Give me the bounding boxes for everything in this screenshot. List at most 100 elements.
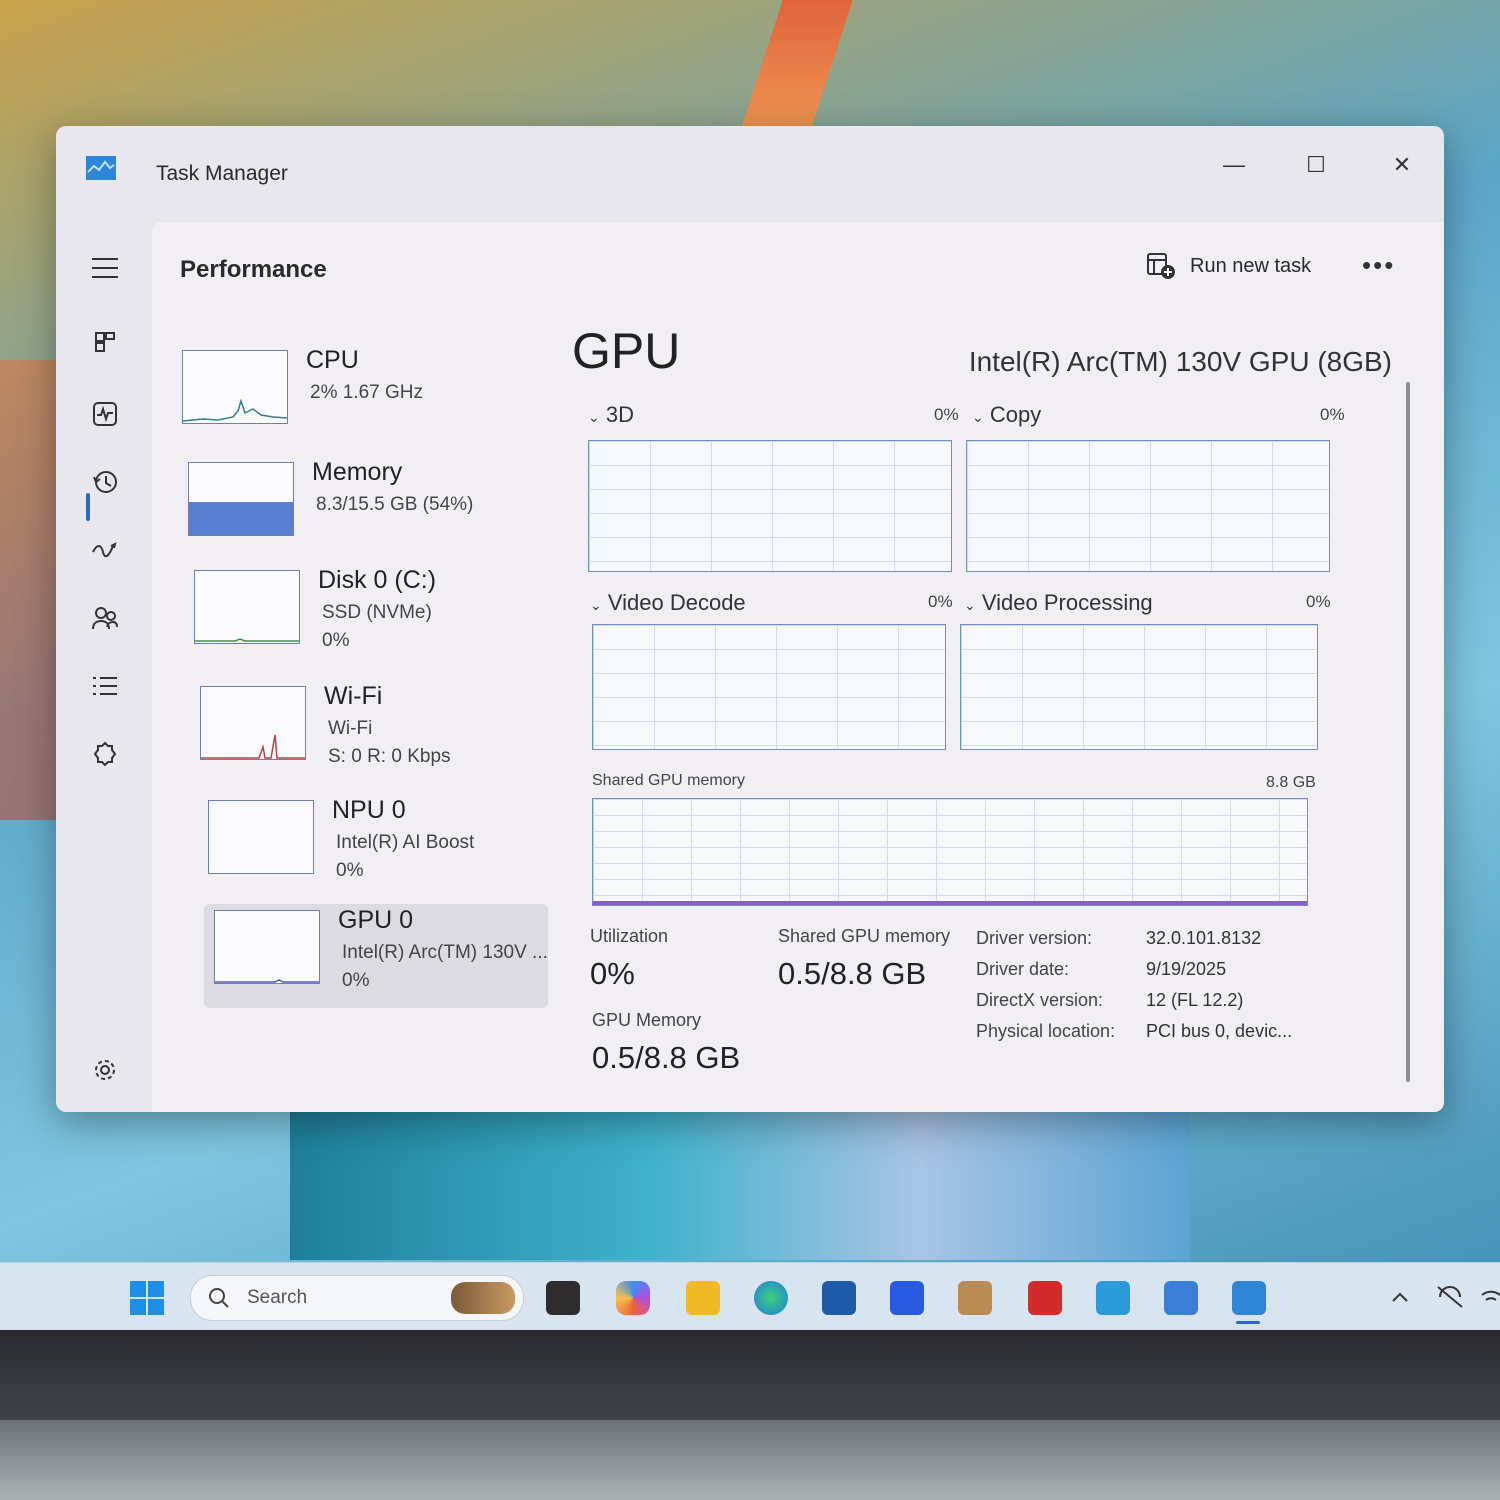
file-explorer-icon[interactable] bbox=[686, 1281, 720, 1315]
nav-processes[interactable] bbox=[82, 322, 128, 362]
device-detail: Intel(R) Arc(TM) 130V ... bbox=[342, 942, 548, 963]
app-package-icon[interactable] bbox=[958, 1281, 992, 1315]
wifi-icon[interactable] bbox=[1480, 1285, 1500, 1309]
mcafee-icon[interactable] bbox=[1028, 1281, 1062, 1315]
gpu-thumbnail-graph bbox=[214, 910, 320, 984]
utilization-label: Utilization bbox=[590, 926, 669, 946]
device-item-memory[interactable]: Memory 8.3/15.5 GB (54%) bbox=[188, 456, 548, 560]
performance-content: Performance Run new task ••• CPU 2% 1.67… bbox=[152, 222, 1444, 1112]
engine-selector-video-decode[interactable]: ⌄ Video Decode bbox=[590, 590, 746, 616]
device-item-wifi[interactable]: Wi-Fi Wi-Fi S: 0 R: 0 Kbps bbox=[200, 680, 560, 784]
task-view-icon[interactable] bbox=[546, 1281, 580, 1315]
details-list-icon bbox=[93, 677, 117, 695]
nav-settings[interactable] bbox=[82, 1050, 128, 1090]
disk-thumbnail-graph bbox=[194, 570, 300, 644]
shared-memory-label: Shared GPU memory bbox=[778, 926, 951, 946]
window-title: Task Manager bbox=[156, 162, 288, 185]
engine-selector-3d[interactable]: ⌄ 3D bbox=[588, 402, 634, 428]
graph-3d bbox=[588, 440, 952, 572]
run-new-task-button[interactable]: Run new task bbox=[1146, 252, 1311, 280]
wallpaper-lower bbox=[290, 1110, 1190, 1260]
device-detail: 2% 1.67 GHz bbox=[310, 382, 423, 403]
device-detail: Wi-Fi bbox=[328, 718, 373, 739]
npu-thumbnail-graph bbox=[208, 800, 314, 874]
vertical-scrollbar[interactable] bbox=[1406, 382, 1410, 1082]
nav-performance[interactable] bbox=[82, 394, 128, 434]
nav-services[interactable] bbox=[82, 734, 128, 774]
task-manager-window: Task Manager — ☐ ✕ Performance Run new t… bbox=[56, 126, 1444, 1112]
hamburger-menu-button[interactable] bbox=[82, 248, 128, 288]
close-button[interactable]: ✕ bbox=[1372, 140, 1432, 190]
engine-label: Copy bbox=[989, 402, 1042, 427]
taskbar: Search bbox=[0, 1262, 1500, 1331]
engine-label: Video Processing bbox=[981, 590, 1153, 615]
engine-percent: 0% bbox=[1306, 592, 1331, 611]
chevron-down-icon: ⌄ bbox=[964, 597, 976, 613]
shared-memory-graph-label: Shared GPU memory bbox=[592, 772, 745, 789]
driver-date-label: Driver date: bbox=[976, 959, 1070, 979]
device-name: CPU bbox=[306, 346, 359, 374]
history-icon bbox=[93, 471, 117, 493]
device-detail: Intel(R) AI Boost bbox=[336, 832, 475, 853]
maximize-button[interactable]: ☐ bbox=[1286, 140, 1346, 190]
performance-icon bbox=[93, 402, 117, 426]
gpu-model-name: Intel(R) Arc(TM) 130V GPU (8GB) bbox=[968, 346, 1392, 377]
search-highlight-icon bbox=[451, 1282, 515, 1314]
laptop-base bbox=[0, 1420, 1500, 1500]
graph-copy bbox=[966, 440, 1330, 572]
device-usage: 0% bbox=[336, 860, 364, 881]
wallpaper-streak bbox=[737, 0, 853, 140]
nav-startup-apps[interactable] bbox=[82, 530, 128, 570]
run-task-label: Run new task bbox=[1190, 254, 1312, 277]
shared-memory-fill bbox=[593, 901, 1307, 905]
search-icon bbox=[209, 1288, 229, 1308]
navigation-rail bbox=[56, 218, 152, 1112]
windows-logo-icon bbox=[130, 1299, 146, 1315]
close-icon: ✕ bbox=[1392, 152, 1412, 177]
more-options-button[interactable]: ••• bbox=[1362, 250, 1395, 281]
device-item-cpu[interactable]: CPU 2% 1.67 GHz bbox=[182, 344, 542, 448]
gpu-memory-value: 0.5/8.8 GB bbox=[592, 1040, 741, 1075]
device-item-disk[interactable]: Disk 0 (C:) SSD (NVMe) 0% bbox=[194, 564, 554, 668]
taskbar-search-box[interactable]: Search bbox=[190, 1275, 524, 1321]
engine-selector-video-processing[interactable]: ⌄ Video Processing bbox=[964, 590, 1153, 616]
nav-users[interactable] bbox=[82, 598, 128, 638]
windows-logo-icon bbox=[130, 1281, 146, 1297]
task-manager-app-icon bbox=[86, 156, 116, 180]
driver-date-value: 9/19/2025 bbox=[1146, 959, 1227, 979]
edge-browser-icon[interactable] bbox=[754, 1281, 788, 1315]
app-pre-icon[interactable] bbox=[1096, 1281, 1130, 1315]
nav-app-history[interactable] bbox=[82, 462, 128, 502]
directx-version-value: 12 (FL 12.2) bbox=[1146, 990, 1244, 1010]
minimize-button[interactable]: — bbox=[1204, 140, 1264, 190]
start-button[interactable] bbox=[130, 1281, 164, 1315]
device-item-gpu[interactable]: GPU 0 Intel(R) Arc(TM) 130V ... 0% bbox=[204, 904, 548, 1008]
engine-selector-copy[interactable]: ⌄ Copy bbox=[972, 402, 1041, 428]
app-cloud-icon[interactable] bbox=[1164, 1281, 1198, 1315]
app-icon[interactable] bbox=[890, 1281, 924, 1315]
device-detail: SSD (NVMe) bbox=[322, 602, 432, 623]
nav-details[interactable] bbox=[82, 666, 128, 706]
device-detail: 8.3/15.5 GB (54%) bbox=[316, 494, 474, 515]
microsoft-store-icon[interactable] bbox=[822, 1281, 856, 1315]
device-name: GPU 0 bbox=[338, 906, 414, 934]
active-app-indicator bbox=[1236, 1321, 1260, 1324]
graph-video-processing bbox=[960, 624, 1318, 750]
cpu-thumbnail-graph bbox=[182, 350, 288, 424]
chevron-down-icon: ⌄ bbox=[588, 409, 600, 425]
chevron-down-icon: ⌄ bbox=[972, 409, 984, 425]
chevron-down-icon: ⌄ bbox=[590, 597, 602, 613]
engine-percent: 0% bbox=[928, 592, 953, 611]
task-manager-taskbar-icon[interactable] bbox=[1232, 1281, 1266, 1315]
copilot-icon[interactable] bbox=[616, 1281, 650, 1315]
windows-logo-icon bbox=[148, 1281, 164, 1297]
memory-thumbnail-graph bbox=[188, 462, 294, 536]
title-bar[interactable]: Task Manager — ☐ ✕ bbox=[56, 126, 1444, 218]
network-disconnected-icon[interactable] bbox=[1436, 1285, 1464, 1309]
chevron-up-icon[interactable] bbox=[1390, 1289, 1410, 1305]
hamburger-icon bbox=[92, 258, 118, 278]
shared-memory-value: 0.5/8.8 GB bbox=[778, 956, 927, 991]
physical-location-label: Physical location: bbox=[976, 1021, 1116, 1041]
device-item-npu[interactable]: NPU 0 Intel(R) AI Boost 0% bbox=[208, 794, 568, 898]
engine-percent: 0% bbox=[1320, 405, 1345, 424]
